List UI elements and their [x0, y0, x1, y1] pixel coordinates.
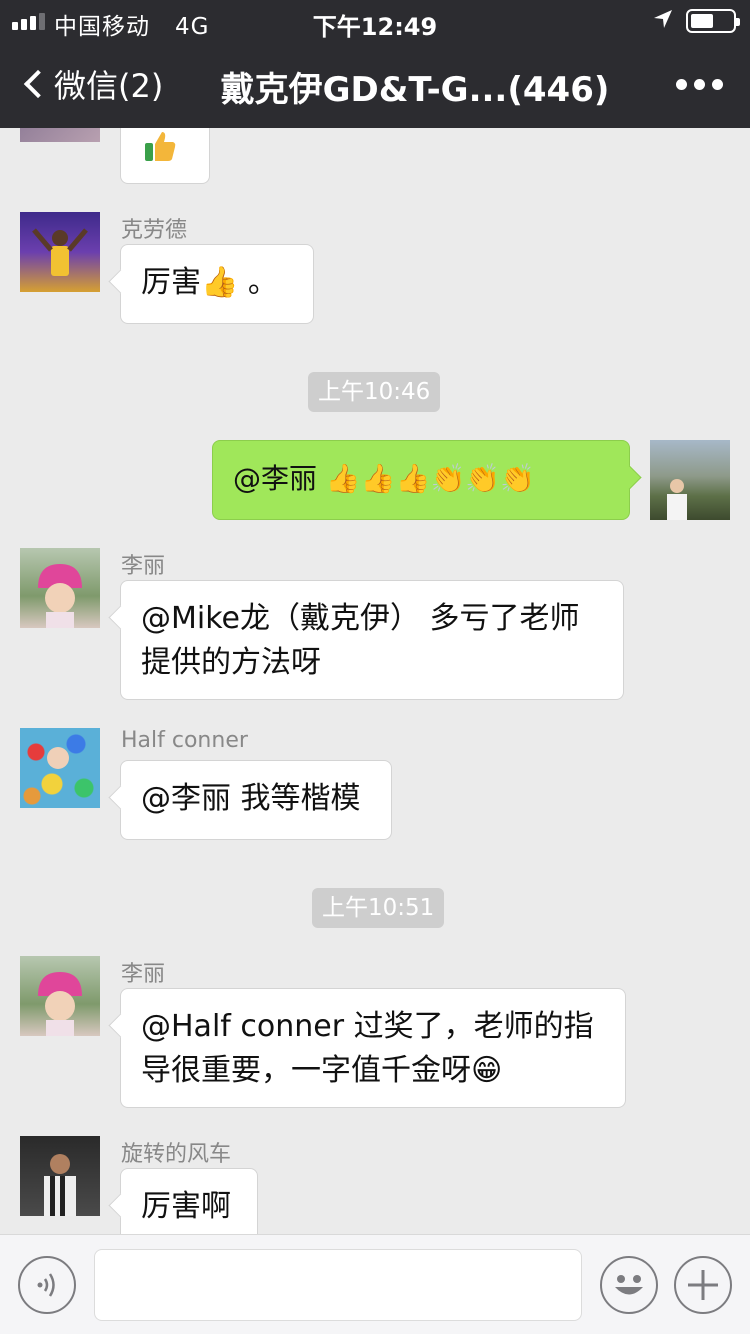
message-bubble[interactable]: @李丽 我等楷模 — [120, 760, 392, 840]
avatar[interactable] — [650, 440, 730, 520]
voice-button[interactable] — [18, 1256, 76, 1314]
avatar-figure — [38, 564, 82, 628]
message-text: @李丽 我等楷模 — [141, 781, 361, 816]
sender-name: 李丽 — [121, 554, 166, 579]
avatar[interactable] — [20, 728, 100, 808]
voice-icon — [37, 1273, 55, 1297]
back-chevron-icon — [23, 69, 53, 99]
location-icon — [654, 10, 672, 28]
message-text-line: @Mike龙（戴克伊） 多亏了老师 — [141, 601, 580, 636]
message-text: @李丽 👍👍👍👏👏👏 — [233, 462, 536, 495]
sender-name: 旋转的风车 — [121, 1142, 232, 1167]
emoji-button[interactable] — [600, 1256, 658, 1314]
avatar[interactable] — [20, 1136, 100, 1216]
message-bubble[interactable]: @Half conner 过奖了，老师的指 导很重要，一字值千金呀😁 — [120, 988, 626, 1108]
sender-name: Half conner — [121, 728, 248, 753]
avatar-figure — [38, 972, 82, 1036]
avatar[interactable] — [20, 128, 100, 142]
sender-name: 克劳德 — [121, 218, 188, 243]
message-text-line: 导很重要，一字值千金呀😁 — [141, 1053, 503, 1088]
sender-name: 李丽 — [121, 962, 166, 987]
back-button[interactable]: 微信(2) — [18, 64, 164, 105]
avatar-figure — [44, 1154, 76, 1216]
avatar-figure — [47, 747, 69, 769]
message-bubble[interactable]: @Mike龙（戴克伊） 多亏了老师 提供的方法呀 — [120, 580, 624, 700]
avatar-figure — [667, 479, 687, 520]
plus-button[interactable] — [674, 1256, 732, 1314]
chat-title: 戴克伊GD&T-G...(446) — [220, 70, 610, 110]
chat-area[interactable]: 克劳德 厉害👍 。 上午10:46 @李丽 👍👍👍👏👏👏 李丽 @Mike龙（戴… — [0, 128, 750, 1234]
plus-icon — [688, 1270, 718, 1300]
message-text: 厉害👍 。 — [141, 265, 278, 300]
message-input[interactable] — [94, 1249, 582, 1321]
avatar[interactable] — [20, 956, 100, 1036]
message-text: 厉害啊 — [141, 1189, 231, 1224]
avatar[interactable] — [20, 548, 100, 628]
more-icon[interactable] — [676, 72, 726, 96]
status-bar: 中国移动 4G 下午12:49 — [0, 0, 750, 41]
message-text-line: 提供的方法呀 — [141, 645, 321, 680]
avatar[interactable] — [20, 212, 100, 292]
thumbs-up-icon — [145, 132, 176, 161]
message-bubble[interactable]: 厉害👍 。 — [120, 244, 314, 324]
input-bar — [0, 1234, 750, 1334]
message-bubble[interactable]: @李丽 👍👍👍👏👏👏 — [212, 440, 630, 520]
message-bubble[interactable]: 厉害啊 — [120, 1168, 258, 1234]
emoji-icon — [615, 1275, 643, 1295]
back-label: 微信(2) — [54, 67, 164, 105]
top-bar: 中国移动 4G 下午12:49 微信(2) 戴克伊GD&T-G...(446) — [0, 0, 750, 128]
avatar-figure — [32, 228, 88, 276]
timestamp: 上午10:46 — [308, 372, 441, 412]
message-bubble[interactable] — [120, 128, 210, 184]
timestamp: 上午10:51 — [312, 888, 445, 928]
battery-icon — [686, 9, 740, 33]
status-clock: 下午12:49 — [312, 13, 438, 41]
message-text-line: @Half conner 过奖了，老师的指 — [141, 1009, 594, 1044]
